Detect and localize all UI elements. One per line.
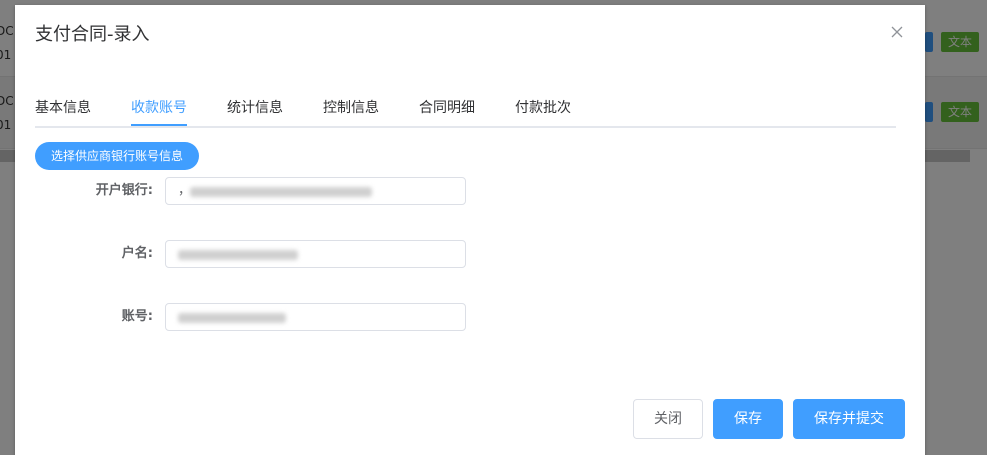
tab-contract-details[interactable]: 合同明细 (419, 93, 475, 128)
select-supplier-bank-button[interactable]: 选择供应商银行账号信息 (35, 142, 199, 170)
redacted-value (190, 187, 372, 197)
account-name-label: 户名: (121, 246, 153, 261)
close-icon[interactable] (889, 24, 905, 40)
account-number-label: 账号: (121, 309, 153, 324)
bank-label: 开户银行: (95, 183, 153, 198)
tab-bar: 基本信息 收款账号 统计信息 控制信息 合同明细 付款批次 (35, 93, 896, 128)
save-and-submit-button[interactable]: 保存并提交 (793, 399, 905, 439)
contract-entry-dialog: 支付合同-录入 基本信息 收款账号 统计信息 控制信息 合同明细 付款批次 选择… (15, 5, 925, 455)
tab-payment-batches[interactable]: 付款批次 (515, 93, 571, 128)
tab-basic-info[interactable]: 基本信息 (35, 93, 91, 128)
redacted-value (178, 313, 286, 323)
active-tab-indicator (131, 124, 187, 126)
tab-receiving-account[interactable]: 收款账号 (131, 93, 187, 128)
dialog-title: 支付合同-录入 (35, 24, 150, 45)
account-name-field[interactable] (165, 240, 466, 268)
close-button[interactable]: 关闭 (633, 399, 703, 439)
tab-control-info[interactable]: 控制信息 (323, 93, 379, 128)
redacted-value (178, 250, 298, 260)
tab-statistics[interactable]: 统计信息 (227, 93, 283, 128)
account-number-field[interactable] (165, 303, 466, 331)
save-button[interactable]: 保存 (713, 399, 783, 439)
bank-field[interactable]: ， (165, 177, 466, 205)
